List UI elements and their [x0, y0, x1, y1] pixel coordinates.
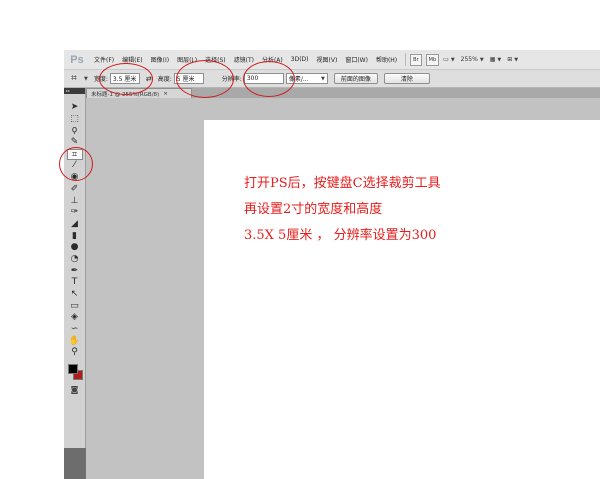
menu-view[interactable]: 视图(V)	[313, 55, 342, 64]
foreground-color-swatch[interactable]	[67, 364, 78, 375]
resolution-unit-value: 像素/...	[288, 76, 309, 83]
blur-tool-icon[interactable]: ●	[67, 242, 83, 254]
tools-list: ➤ ⬚ ϙ ✎ ⌗ ⁄ ◉ ✐ ⊥ ✑ ◢ ▮ ● ◔ ✒ T ↖ ▭ ◈ ∽ …	[64, 94, 85, 394]
tools-panel: ▸▸ ➤ ⬚ ϙ ✎ ⌗ ⁄ ◉ ✐ ⊥ ✑ ◢ ▮ ● ◔ ✒ T ↖ ▭ ◈…	[64, 88, 86, 479]
brush-tool-icon[interactable]: ✐	[67, 184, 83, 196]
height-input[interactable]: 5 厘米	[173, 73, 204, 84]
instruction-line-3: 3.5X 5厘米 ， 分辨率设置为300	[244, 228, 437, 243]
resolution-input[interactable]: 300	[243, 73, 284, 84]
extras-dropdown[interactable]: ⊞ ▼	[507, 56, 518, 63]
instruction-line-1: 打开PS后，按键盘C选择裁剪工具	[244, 176, 441, 191]
document-canvas[interactable]: 打开PS后，按键盘C选择裁剪工具 再设置2寸的宽度和高度 3.5X 5厘米 ， …	[204, 120, 600, 479]
ps-logo: Ps	[70, 53, 84, 66]
hand-tool-icon[interactable]: ✋	[67, 336, 83, 348]
menu-help[interactable]: 帮助(H)	[372, 55, 401, 64]
tools-panel-footer	[64, 448, 86, 479]
eraser-tool-icon[interactable]: ◢	[67, 219, 83, 231]
zoom-level: 255%	[460, 56, 478, 63]
chevron-down-icon: ▼	[450, 56, 455, 63]
dodge-tool-icon[interactable]: ◔	[67, 254, 83, 266]
marquee-tool-icon[interactable]: ⬚	[67, 114, 83, 126]
healing-brush-tool-icon[interactable]: ◉	[67, 172, 83, 184]
extras-icon: ⊞	[507, 56, 513, 63]
height-label: 高度:	[157, 76, 172, 83]
chevron-down-icon: ▼	[320, 75, 325, 82]
front-image-button[interactable]: 前面的图像	[333, 73, 378, 84]
shape-tool-icon[interactable]: ▭	[67, 301, 83, 313]
menu-3d[interactable]: 3D(D)	[287, 56, 313, 63]
width-input[interactable]: 3.5 厘米	[109, 73, 140, 84]
close-icon[interactable]: ×	[163, 91, 168, 97]
eyedropper-tool-icon[interactable]: ⁄	[67, 160, 83, 172]
menu-select[interactable]: 选择(S)	[201, 55, 230, 64]
arrange-icon: ▦	[489, 56, 496, 63]
canvas-area: 打开PS后，按键盘C选择裁剪工具 再设置2寸的宽度和高度 3.5X 5厘米 ， …	[86, 98, 600, 479]
chevron-down-icon: ▼	[479, 56, 484, 63]
menu-analysis[interactable]: 分析(A)	[258, 55, 287, 64]
path-selection-tool-icon[interactable]: ↖	[67, 289, 83, 301]
preset-chevron-icon[interactable]: ▼	[84, 76, 88, 82]
menu-separator	[405, 53, 407, 66]
zoom-dropdown[interactable]: 255% ▼	[461, 56, 484, 63]
menu-filter[interactable]: 滤镜(T)	[230, 55, 258, 64]
bridge-button[interactable]: Br	[410, 53, 422, 66]
menu-bar: Ps 文件(F) 编辑(E) 图像(I) 图层(L) 选择(S) 滤镜(T) 分…	[64, 50, 600, 70]
quick-mask-icon[interactable]: ◙	[71, 385, 79, 394]
zoom-tool-icon[interactable]: ⚲	[67, 347, 83, 359]
history-brush-tool-icon[interactable]: ✑	[67, 207, 83, 219]
chevron-down-icon: ▼	[497, 56, 502, 63]
mini-bridge-button[interactable]: Mb	[425, 53, 440, 66]
document-tab[interactable]: 未标题-1 @ 255%(RGB/8) ×	[86, 88, 192, 98]
screen-mode-dropdown[interactable]: ▭ ▼	[443, 56, 455, 63]
instruction-line-2: 再设置2寸的宽度和高度	[244, 202, 383, 217]
resolution-unit-select[interactable]: 像素/... ▼	[285, 73, 328, 84]
crop-preset-icon[interactable]: ⌗	[64, 73, 84, 84]
quick-select-tool-icon[interactable]: ✎	[67, 137, 83, 149]
menu-window[interactable]: 窗口(W)	[341, 55, 372, 64]
3d-orbit-tool-icon[interactable]: ∽	[67, 324, 83, 336]
options-bar: ⌗ ▼ 宽度: 3.5 厘米 ⇄ 高度: 5 厘米 分辨率: 300 像素/..…	[64, 70, 600, 88]
screen-mode-icon: ▭	[443, 56, 449, 63]
clone-stamp-tool-icon[interactable]: ⊥	[67, 196, 83, 208]
swap-icon[interactable]: ⇄	[146, 75, 152, 83]
type-tool-icon[interactable]: T	[67, 277, 83, 289]
arrange-dropdown[interactable]: ▦ ▼	[490, 56, 502, 63]
document-tab-strip: 未标题-1 @ 255%(RGB/8) ×	[86, 88, 600, 98]
pen-tool-icon[interactable]: ✒	[67, 266, 83, 278]
lasso-tool-icon[interactable]: ϙ	[67, 125, 83, 137]
document-tab-title: 未标题-1 @ 255%(RGB/8)	[91, 91, 160, 98]
menu-layer[interactable]: 图层(L)	[173, 55, 201, 64]
menu-file[interactable]: 文件(F)	[90, 55, 118, 64]
menu-edit[interactable]: 编辑(E)	[118, 55, 146, 64]
clear-button[interactable]: 清除	[383, 73, 430, 84]
gradient-tool-icon[interactable]: ▮	[67, 231, 83, 243]
crop-tool-icon[interactable]: ⌗	[66, 148, 83, 161]
photoshop-window: Ps 文件(F) 编辑(E) 图像(I) 图层(L) 选择(S) 滤镜(T) 分…	[64, 50, 600, 479]
3d-rotate-tool-icon[interactable]: ◈	[67, 312, 83, 324]
width-label: 宽度:	[93, 76, 108, 83]
color-swatches	[65, 361, 85, 383]
menu-image[interactable]: 图像(I)	[147, 55, 173, 64]
resolution-label: 分辨率:	[221, 76, 242, 83]
chevron-down-icon: ▼	[514, 56, 519, 63]
move-tool-icon[interactable]: ➤	[67, 102, 83, 114]
